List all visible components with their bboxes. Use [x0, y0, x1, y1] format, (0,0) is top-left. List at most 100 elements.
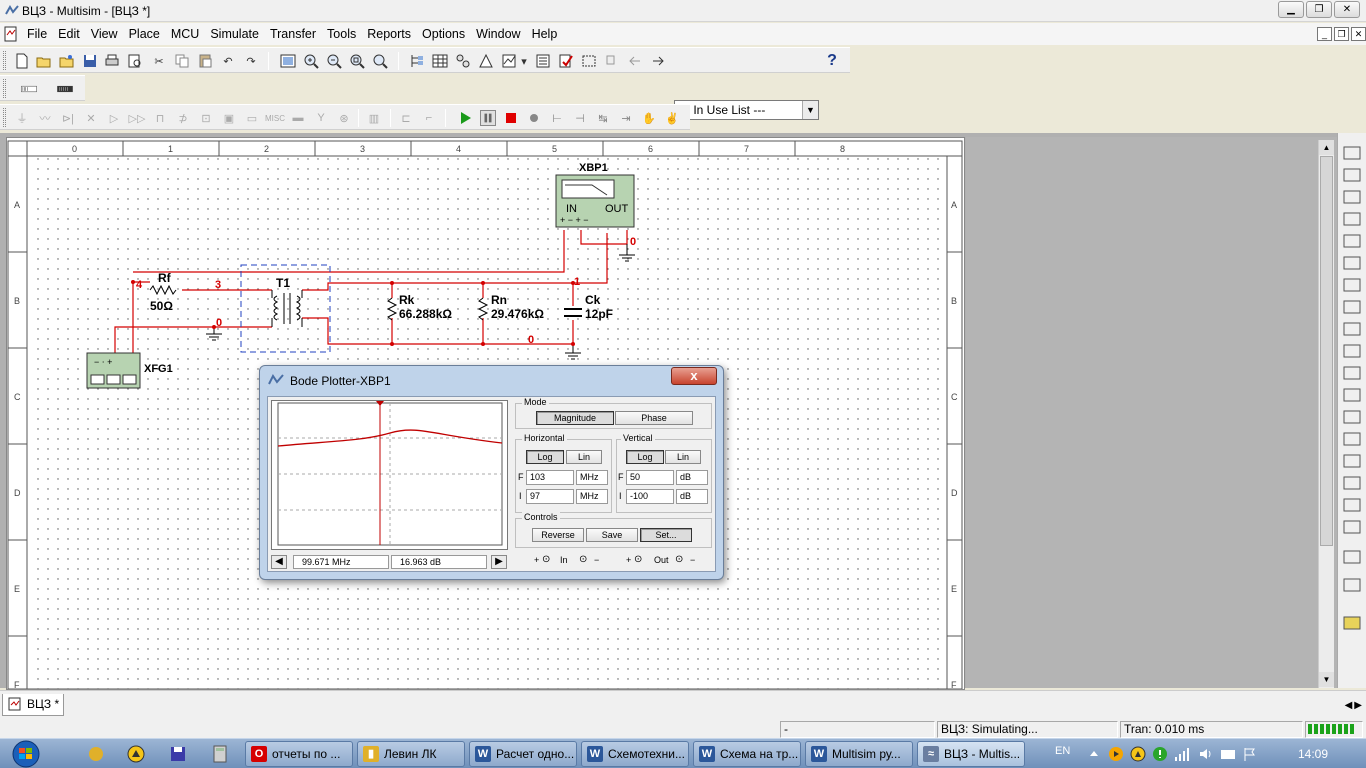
save-button[interactable]: Save: [586, 528, 638, 542]
menu-tools[interactable]: Tools: [327, 27, 356, 41]
cursor-left-icon[interactable]: ◀: [271, 555, 287, 569]
horizontal-f-unit[interactable]: MHz: [576, 470, 608, 485]
taskbar-button[interactable]: W Multisim ру...: [805, 741, 913, 767]
zoom-fit-icon[interactable]: [372, 53, 388, 69]
run-simulation-icon[interactable]: [457, 110, 473, 126]
forward-annotate-icon[interactable]: [627, 53, 643, 69]
vertical-i-unit[interactable]: dB: [676, 489, 708, 504]
electromechanical-icon[interactable]: ⊛: [336, 110, 352, 126]
bode-plot-area[interactable]: [271, 400, 508, 550]
cut-icon[interactable]: ✂: [151, 53, 167, 69]
help-icon[interactable]: ?: [824, 52, 840, 69]
zoom-in-icon[interactable]: [303, 53, 319, 69]
ttl-icon[interactable]: ▷▷: [129, 110, 146, 126]
toggle-breakpoint-icon[interactable]: ✌: [664, 110, 680, 126]
zoom-out-icon[interactable]: [326, 53, 342, 69]
postprocessor-icon[interactable]: [535, 53, 551, 69]
signal-strength-icon[interactable]: [1174, 746, 1192, 762]
menu-place[interactable]: Place: [129, 27, 160, 41]
transistor-icon[interactable]: ✕: [83, 110, 99, 126]
misc-digital-icon[interactable]: ⊅: [175, 110, 191, 126]
taskbar-button[interactable]: W Схема на тр...: [693, 741, 801, 767]
menu-options[interactable]: Options: [422, 27, 465, 41]
component-wizard-icon[interactable]: [478, 53, 494, 69]
step-over-icon[interactable]: ↹: [595, 110, 611, 126]
bus-icon[interactable]: ⌐: [421, 110, 437, 126]
scroll-left-icon[interactable]: ◀: [1345, 700, 1353, 711]
maximize-button[interactable]: ❐: [1306, 1, 1332, 18]
mdi-restore-button[interactable]: ❐: [1334, 27, 1349, 41]
basic-icon[interactable]: 〰: [37, 110, 53, 126]
scroll-up-icon[interactable]: ▲: [1319, 140, 1334, 155]
tray-app-icon[interactable]: [1130, 746, 1146, 762]
clock[interactable]: 14:09: [1298, 747, 1328, 761]
close-icon[interactable]: x: [671, 367, 717, 385]
vertical-i-field[interactable]: -100: [626, 489, 674, 504]
taskbar-button[interactable]: Oотчеты по ...: [245, 741, 353, 767]
phase-button[interactable]: Phase: [615, 411, 693, 425]
scroll-down-icon[interactable]: ▼: [1319, 672, 1334, 687]
menu-file[interactable]: File: [27, 27, 47, 41]
copy-icon[interactable]: [174, 53, 190, 69]
indicator-icon[interactable]: ▣: [221, 110, 237, 126]
taskbar-button[interactable]: ▮ Левин ЛК: [357, 741, 465, 767]
toolbar-grip[interactable]: [3, 79, 6, 98]
open-icon[interactable]: [36, 53, 52, 69]
pan-icon[interactable]: ✋: [641, 110, 657, 126]
step-into-icon[interactable]: ⊣: [572, 110, 588, 126]
toolbar-grip[interactable]: [3, 51, 6, 70]
horizontal-lin-button[interactable]: Lin: [566, 450, 602, 464]
tab-design[interactable]: ВЦЗ *: [2, 694, 64, 716]
new-icon[interactable]: [14, 53, 30, 69]
menu-edit[interactable]: Edit: [58, 27, 80, 41]
taskbar-button[interactable]: W Схемотехни...: [581, 741, 689, 767]
menu-transfer[interactable]: Transfer: [270, 27, 316, 41]
in-minus-terminal-icon[interactable]: ⊙: [579, 554, 587, 565]
paste-icon[interactable]: [197, 53, 213, 69]
media-player-icon[interactable]: [1108, 746, 1124, 762]
stop-simulation-icon[interactable]: [503, 110, 519, 126]
misc-icon[interactable]: MISC: [265, 110, 285, 126]
toolbar-grip[interactable]: [3, 108, 6, 127]
quicklaunch-save-icon[interactable]: [168, 744, 188, 764]
magnitude-button[interactable]: Magnitude: [536, 411, 614, 425]
menu-view[interactable]: View: [91, 27, 118, 41]
show-hidden-icons-icon[interactable]: [1088, 747, 1100, 759]
schematic-view-icon[interactable]: [48, 81, 82, 97]
horizontal-f-field[interactable]: 103: [526, 470, 574, 485]
quicklaunch-tool-icon[interactable]: [126, 744, 146, 764]
analog-icon[interactable]: ▷: [106, 110, 122, 126]
select-area-icon[interactable]: [581, 53, 597, 69]
dropdown-arrow-icon[interactable]: ▾: [516, 53, 532, 69]
scroll-thumb[interactable]: [1320, 156, 1333, 546]
cmos-icon[interactable]: ⊓: [152, 110, 168, 126]
back-annotate-icon[interactable]: [604, 53, 620, 69]
keyboard-icon[interactable]: [1220, 746, 1236, 762]
step-icon[interactable]: ⊢: [549, 110, 565, 126]
document-icon[interactable]: [3, 26, 19, 42]
database-manager-icon[interactable]: [455, 53, 471, 69]
breadboard-view-icon[interactable]: [12, 81, 46, 97]
horizontal-log-button[interactable]: Log: [526, 450, 564, 464]
chevron-down-icon[interactable]: ▼: [802, 101, 818, 119]
hierarchical-block-icon[interactable]: ⊏: [398, 110, 414, 126]
language-indicator[interactable]: EN: [1055, 745, 1070, 757]
pause-simulation-icon[interactable]: [480, 110, 496, 126]
redo-icon[interactable]: ↷: [243, 53, 259, 69]
mdi-minimize-button[interactable]: _: [1317, 27, 1332, 41]
network-status-icon[interactable]: [1152, 746, 1168, 762]
out-minus-terminal-icon[interactable]: ⊙: [675, 554, 683, 565]
transfer-icon[interactable]: [650, 53, 666, 69]
advanced-peripherals-icon[interactable]: ▬: [290, 110, 306, 126]
open-samples-icon[interactable]: [59, 53, 75, 69]
set-button[interactable]: Set...: [640, 528, 692, 542]
volume-icon[interactable]: [1198, 746, 1214, 762]
full-screen-icon[interactable]: [280, 53, 296, 69]
diode-icon[interactable]: ⊳|: [60, 110, 76, 126]
menu-mcu[interactable]: MCU: [171, 27, 199, 41]
save-icon[interactable]: [82, 53, 98, 69]
quicklaunch-app-icon[interactable]: [86, 744, 106, 764]
out-plus-terminal-icon[interactable]: ⊙: [634, 554, 642, 565]
undo-icon[interactable]: ↶: [220, 53, 236, 69]
menu-reports[interactable]: Reports: [367, 27, 411, 41]
